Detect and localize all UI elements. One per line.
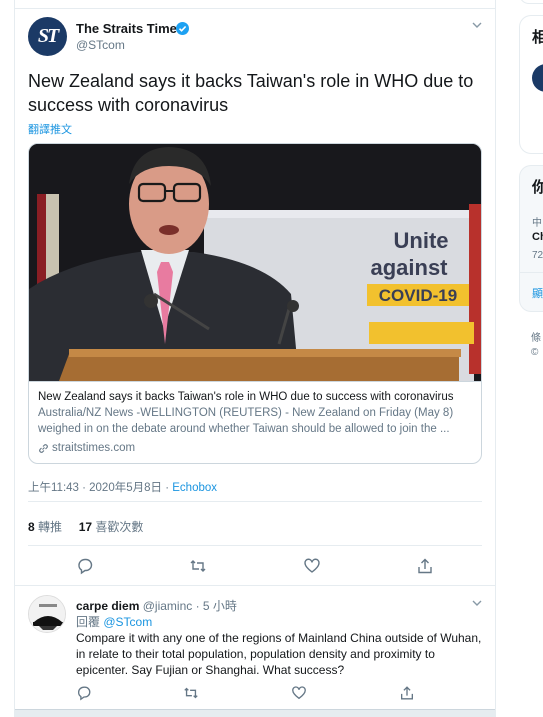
timeline-column: ST The Straits Times @STcom New Zealand …: [14, 0, 496, 717]
sign-text-against: against: [370, 255, 448, 280]
divider: [28, 501, 482, 502]
footer-copyright: ©: [531, 347, 539, 358]
trends-title: 你: [532, 176, 543, 197]
tweet-author-name[interactable]: The Straits Times: [76, 21, 184, 36]
trend-name[interactable]: Ch: [532, 231, 543, 243]
verified-badge-icon: [176, 22, 189, 35]
thread-divider: [15, 585, 495, 586]
chevron-down-icon[interactable]: [470, 18, 484, 32]
card-title: New Zealand says it backs Taiwan's role …: [38, 391, 454, 403]
replying-to-mention[interactable]: @STcom: [103, 615, 152, 629]
card-domain: straitstimes.com: [38, 440, 472, 456]
share-icon[interactable]: [416, 557, 434, 575]
tweet-author-handle[interactable]: @STcom: [76, 38, 125, 52]
likes-count: 17: [78, 520, 93, 534]
tweet-timestamp: 上午11:43 · 2020年5月8日 · Echobox: [28, 479, 217, 495]
bottom-divider: [15, 709, 495, 717]
link-preview-card[interactable]: Unite against COVID-19 New Zealand says …: [28, 143, 482, 464]
tweet-text: New Zealand says it backs Taiwan's role …: [28, 71, 474, 115]
card-description: Australia/NZ News -WELLINGTON (REUTERS) …: [38, 407, 454, 435]
replying-to: 回覆 @STcom: [76, 613, 152, 630]
card-body: New Zealand says it backs Taiwan's role …: [29, 381, 481, 463]
top-divider: [15, 8, 495, 9]
carpe-diem-avatar[interactable]: [28, 595, 66, 633]
translate-tweet-link[interactable]: 翻譯推文: [28, 121, 72, 137]
sign-text-unite: Unite: [394, 228, 449, 253]
chevron-down-icon[interactable]: [470, 596, 484, 610]
sidebar-fragment: [519, 0, 543, 4]
divider: [28, 545, 482, 546]
retweet-icon[interactable]: [189, 557, 207, 575]
divider: [520, 272, 543, 273]
reply-icon[interactable]: [76, 685, 94, 703]
show-more-link[interactable]: 顯: [532, 285, 543, 301]
sign-text-covid: COVID-19: [379, 286, 457, 305]
reply-text: Compare it with any one of the regions o…: [76, 631, 482, 677]
reply-author-name: carpe diem: [76, 599, 140, 613]
card-image: Unite against COVID-19: [29, 144, 481, 381]
reply-author[interactable]: carpe diem @jiaminc · 5 小時: [76, 597, 237, 614]
related-account-avatar[interactable]: [532, 64, 543, 92]
tweet-source-link[interactable]: Echobox: [172, 482, 217, 494]
timestamp-text[interactable]: 上午11:43 · 2020年5月8日 ·: [28, 482, 172, 494]
retweets-count: 8: [28, 520, 35, 534]
sidebar-box-related: 相: [519, 15, 543, 154]
likes-stat[interactable]: 17 喜歡次數: [79, 520, 144, 534]
like-icon[interactable]: [291, 685, 309, 703]
tweet-stats: 8 轉推 17 喜歡次數: [28, 518, 143, 535]
retweets-stat[interactable]: 8 轉推: [28, 520, 62, 534]
link-icon: [39, 443, 48, 453]
reply-actions: [15, 685, 495, 701]
footer-terms-link[interactable]: 條: [531, 329, 541, 344]
reply-icon[interactable]: [76, 557, 94, 575]
tweet-actions: [15, 557, 495, 575]
likes-label: 喜歡次數: [95, 520, 144, 534]
like-icon[interactable]: [303, 557, 321, 575]
replying-to-label: 回覆: [76, 615, 104, 629]
trend-count: 72: [532, 250, 543, 261]
share-icon[interactable]: [399, 685, 417, 703]
straits-times-avatar[interactable]: ST: [28, 17, 67, 56]
reply-author-handle: @jiaminc: [142, 599, 193, 613]
retweet-icon[interactable]: [183, 685, 201, 703]
sidebar-box-trends: 你 中 Ch 72 顯: [519, 165, 543, 312]
retweets-label: 轉推: [38, 520, 63, 534]
trend-category: 中: [532, 218, 542, 229]
sidebar-box-title: 相: [532, 26, 543, 47]
reply-time[interactable]: · 5 小時: [192, 599, 237, 613]
card-domain-text: straitstimes.com: [52, 442, 136, 454]
